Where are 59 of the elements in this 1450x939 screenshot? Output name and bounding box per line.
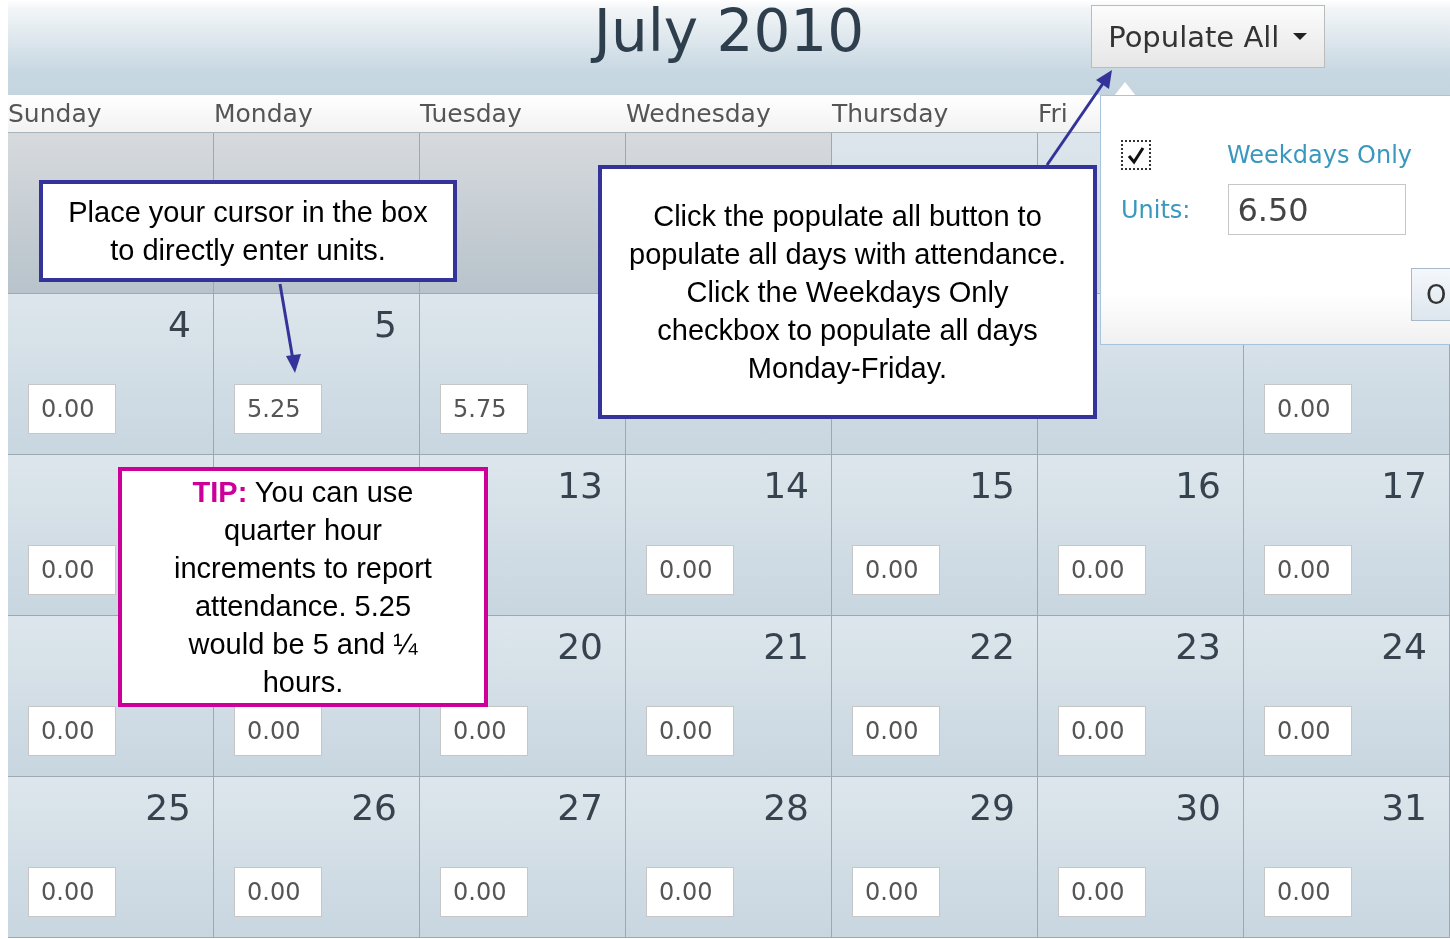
units-field[interactable]: 0.00 <box>852 545 940 595</box>
day-number: 17 <box>1381 465 1427 507</box>
callout-text: Place your cursor in the box to directly enter units. <box>67 195 429 268</box>
units-label: Units: <box>1121 195 1191 224</box>
units-field[interactable]: 0.00 <box>1058 545 1146 595</box>
units-field[interactable]: 0.00 <box>28 706 116 756</box>
day-number: 16 <box>1175 465 1221 507</box>
populate-all-button[interactable]: Populate All <box>1091 5 1326 68</box>
units-field[interactable]: 0.00 <box>1058 867 1146 917</box>
day-number: 24 <box>1381 626 1427 668</box>
weekday-label: Monday <box>214 98 314 130</box>
day-number: 29 <box>969 787 1015 829</box>
units-field[interactable]: 0.00 <box>234 867 322 917</box>
units-field[interactable]: 0.00 <box>1264 867 1352 917</box>
units-field[interactable]: 5.25 <box>234 384 322 434</box>
weekday-label: Sunday <box>8 98 103 130</box>
units-field[interactable]: 0.00 <box>1264 545 1352 595</box>
day-number: 30 <box>1175 787 1221 829</box>
day-number: 15 <box>969 465 1015 507</box>
units-field[interactable]: 0.00 <box>28 545 116 595</box>
day-number: 26 <box>351 787 397 829</box>
units-field[interactable]: 0.00 <box>646 545 734 595</box>
units-field[interactable]: 0.00 <box>234 706 322 756</box>
day-number: 14 <box>763 465 809 507</box>
day-number: 13 <box>557 465 603 507</box>
day-number: 20 <box>557 626 603 668</box>
units-field[interactable]: 0.00 <box>646 706 734 756</box>
day-number: 5 <box>374 304 397 346</box>
weekday-label: Wednesday <box>626 98 772 130</box>
units-field[interactable]: 0.00 <box>1058 706 1146 756</box>
day-number: 22 <box>969 626 1015 668</box>
day-number: 28 <box>763 787 809 829</box>
day-number: 25 <box>145 787 191 829</box>
units-field[interactable]: 0.00 <box>852 867 940 917</box>
units-field[interactable]: 0.00 <box>852 706 940 756</box>
callout-text: TIP: You can use quarter hour increments to report attendance. 5.25 would be 5 and ¼ hours. <box>173 475 433 700</box>
units-field[interactable]: 5.75 <box>440 384 528 434</box>
weekday-label: Fri <box>1038 98 1069 130</box>
units-field[interactable]: 0.00 <box>1264 384 1352 434</box>
weekdays-only-label: Weekdays Only <box>1227 141 1412 169</box>
day-number: 31 <box>1381 787 1427 829</box>
units-field[interactable]: 0.00 <box>28 867 116 917</box>
units-field[interactable]: 0.00 <box>28 384 116 434</box>
units-field[interactable]: 6.50 <box>1228 184 1407 235</box>
caret-icon <box>1293 33 1308 40</box>
units-field[interactable]: 0.00 <box>1264 706 1352 756</box>
day-number: 21 <box>763 626 809 668</box>
callout-text: Click the populate all button to populate all days with attendance. Click the Weekdays Only checkbox to populate all days Monday-Friday. <box>628 199 1067 386</box>
units-field[interactable]: 0.00 <box>646 867 734 917</box>
day-number: 4 <box>168 304 191 346</box>
weekday-label: Tuesday <box>420 98 523 130</box>
checkmark-icon <box>1126 145 1146 165</box>
weekdays-only-checkbox[interactable] <box>1121 140 1151 170</box>
units-field[interactable]: 0.00 <box>440 706 528 756</box>
weekday-label: Thursday <box>832 98 950 130</box>
ok-button[interactable]: O <box>1411 268 1450 321</box>
day-number: 23 <box>1175 626 1221 668</box>
day-number: 27 <box>557 787 603 829</box>
units-field[interactable]: 0.00 <box>440 867 528 917</box>
